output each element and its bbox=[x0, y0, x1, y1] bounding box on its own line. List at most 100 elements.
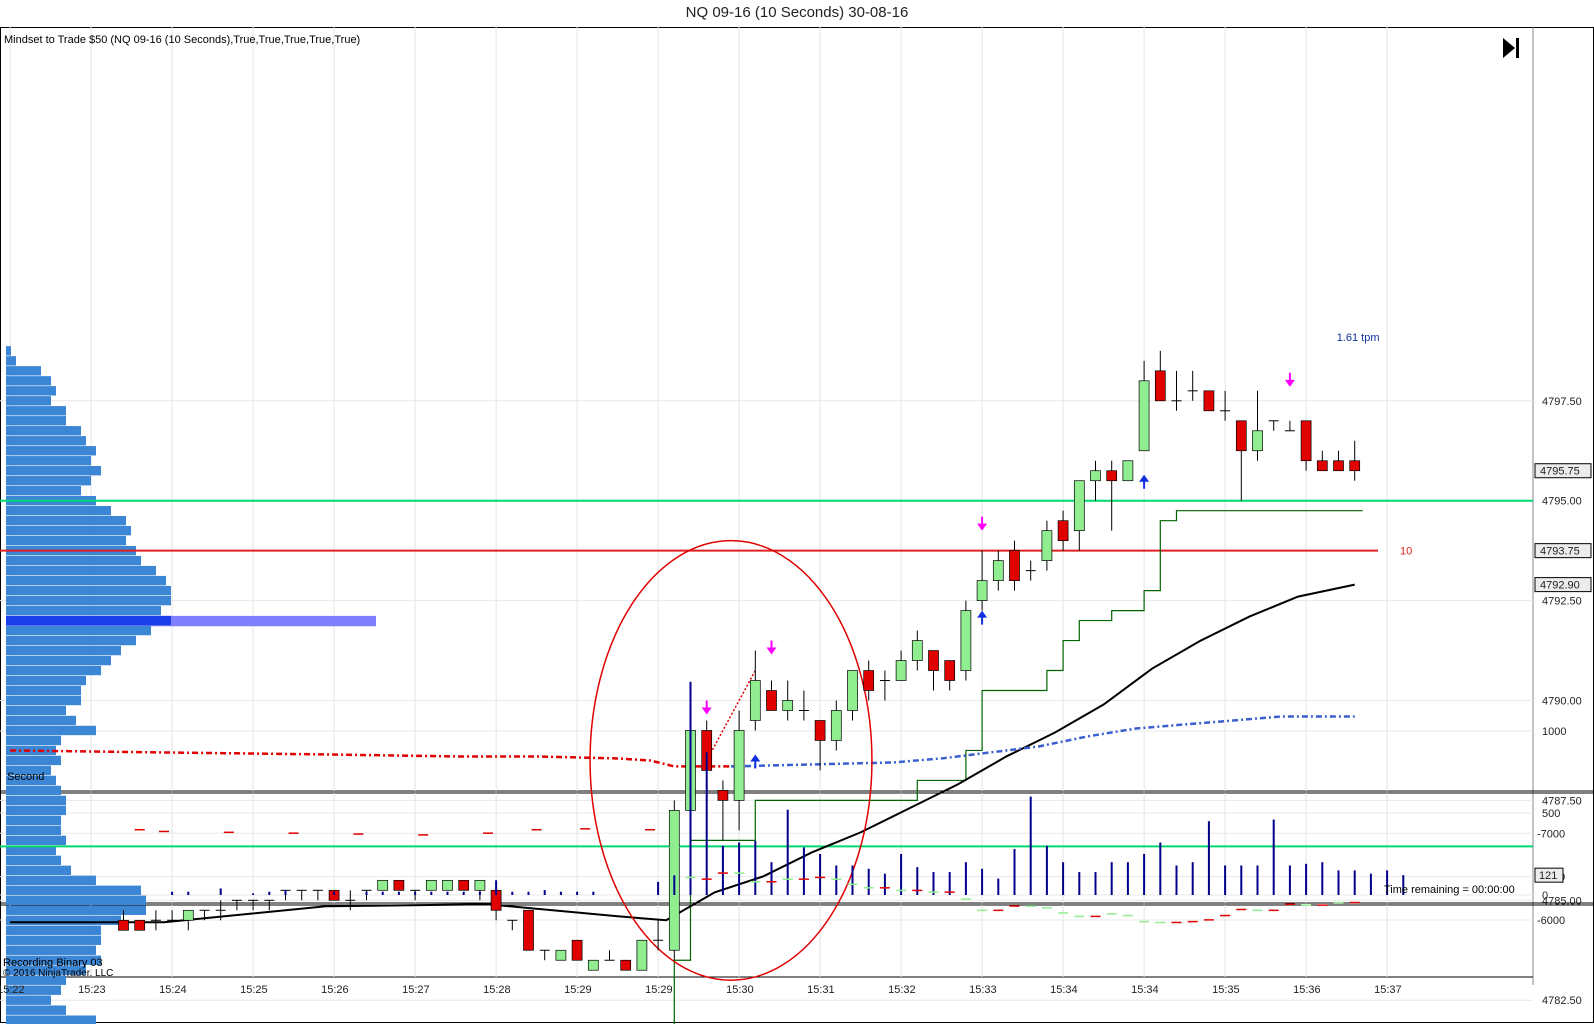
profile-bar bbox=[6, 416, 66, 426]
arrow-up-icon bbox=[977, 610, 988, 618]
skip-to-end-icon[interactable] bbox=[1503, 38, 1519, 58]
volume-bar bbox=[770, 862, 773, 895]
time-tick-label: 15:36 bbox=[1293, 984, 1321, 996]
volume-tick-label: 1000 bbox=[1542, 726, 1566, 738]
profile-bar bbox=[6, 905, 146, 915]
delta-candle bbox=[944, 891, 955, 893]
volume-bar bbox=[1062, 862, 1065, 895]
delta-candle bbox=[1090, 915, 1101, 918]
volume-bar bbox=[786, 809, 789, 895]
candle-body bbox=[847, 670, 858, 711]
profile-bar bbox=[6, 715, 76, 726]
profile-bar bbox=[6, 406, 66, 416]
volume-bar bbox=[1288, 865, 1291, 895]
time-tick-label: 15:28 bbox=[483, 984, 511, 996]
candle-body bbox=[393, 879, 405, 891]
volume-bar bbox=[527, 891, 530, 895]
volume-marker-label: 121 bbox=[1539, 870, 1557, 882]
delta-candle bbox=[734, 872, 745, 874]
price-tick-label: 4787.50 bbox=[1542, 795, 1582, 807]
axis-labels: 4797.504795.004792.504790.004787.504785.… bbox=[0, 396, 1592, 1007]
delta-candle bbox=[483, 832, 493, 834]
candle-body bbox=[928, 650, 939, 671]
delta-candle bbox=[1284, 903, 1295, 906]
profile-bar bbox=[6, 565, 156, 576]
volume-bar bbox=[511, 891, 514, 895]
profile-bar bbox=[6, 386, 56, 396]
candle-body bbox=[523, 909, 534, 951]
profile-label: Second bbox=[7, 771, 44, 783]
delta-candle bbox=[879, 887, 890, 889]
volume-bar bbox=[430, 891, 433, 895]
profile-bar bbox=[6, 945, 96, 955]
delta-candle bbox=[223, 831, 234, 834]
volume-bar bbox=[689, 681, 692, 895]
profile-bar bbox=[6, 555, 141, 566]
time-tick-label: 15:24 bbox=[159, 984, 187, 996]
volume-bar bbox=[1110, 862, 1113, 895]
volume-bar bbox=[414, 891, 417, 895]
candle-body bbox=[1138, 380, 1150, 452]
trailing-stop-line bbox=[673, 510, 1363, 1024]
volume-bar bbox=[981, 868, 984, 895]
candle-body bbox=[830, 710, 842, 741]
volume-bar bbox=[657, 881, 660, 895]
delta-candle bbox=[896, 889, 907, 892]
candle-body bbox=[944, 660, 956, 681]
candle-body bbox=[458, 879, 470, 891]
delta-candle bbox=[1009, 905, 1020, 907]
delta-candle bbox=[1252, 909, 1263, 912]
profile-bar bbox=[6, 456, 91, 466]
profile-bar bbox=[6, 785, 61, 796]
candle-body bbox=[636, 939, 648, 971]
delta-candle bbox=[418, 834, 429, 836]
delta-candle bbox=[159, 830, 169, 833]
profile-bar bbox=[6, 735, 61, 746]
delta-candle bbox=[1333, 901, 1344, 904]
volume-bar bbox=[1078, 872, 1081, 895]
profile-bar bbox=[6, 1015, 96, 1024]
volume-bar bbox=[819, 854, 822, 895]
candle-body bbox=[118, 919, 129, 931]
profile-bar bbox=[6, 436, 86, 446]
candle-body bbox=[587, 959, 599, 971]
candle-body bbox=[1041, 530, 1053, 561]
volume-bar bbox=[1045, 845, 1048, 895]
candle-body bbox=[1154, 370, 1166, 402]
time-tick-label: 15:34 bbox=[1131, 984, 1159, 996]
delta-candle bbox=[1122, 914, 1133, 917]
profile-bar bbox=[6, 595, 171, 606]
volume-bar bbox=[333, 891, 336, 895]
dotted-trend-line bbox=[706, 670, 756, 761]
price-tick-label: 4797.50 bbox=[1542, 396, 1582, 408]
delta-candle bbox=[717, 872, 728, 874]
volume-bar bbox=[851, 865, 854, 895]
profile-bar bbox=[6, 356, 16, 366]
delta-candle bbox=[1171, 921, 1182, 924]
profile-bar bbox=[6, 585, 171, 596]
candle-body bbox=[1073, 480, 1085, 532]
volume-bar bbox=[964, 862, 967, 895]
candle-body bbox=[976, 580, 988, 601]
profile-bar bbox=[6, 755, 61, 766]
delta-candle bbox=[1106, 913, 1117, 915]
candle-body bbox=[474, 879, 486, 891]
volume-tick-label: 500 bbox=[1542, 808, 1560, 820]
volume-bar bbox=[268, 891, 271, 895]
volume-bar bbox=[705, 752, 708, 895]
time-tick-label: 15:29 bbox=[645, 984, 673, 996]
volume-bar bbox=[1159, 842, 1162, 895]
profile-bar bbox=[6, 805, 66, 816]
candle-body bbox=[782, 700, 794, 711]
vwap-red-line bbox=[10, 749, 731, 768]
candle-body bbox=[749, 680, 761, 721]
profile-bar bbox=[6, 535, 126, 546]
delta-candle bbox=[1317, 904, 1328, 906]
highlight-ellipse bbox=[589, 539, 873, 981]
time-tick-label: 15:37 bbox=[1374, 984, 1402, 996]
time-tick-label: 15:35 bbox=[1212, 984, 1240, 996]
candle-body bbox=[992, 560, 1004, 581]
chart-canvas[interactable]: 1009 1.61 tpm 4797.50 4795.00 4792.50 4790.… bbox=[0, 0, 1594, 1024]
profile-bar bbox=[6, 515, 126, 526]
delta-candle bbox=[685, 876, 696, 879]
